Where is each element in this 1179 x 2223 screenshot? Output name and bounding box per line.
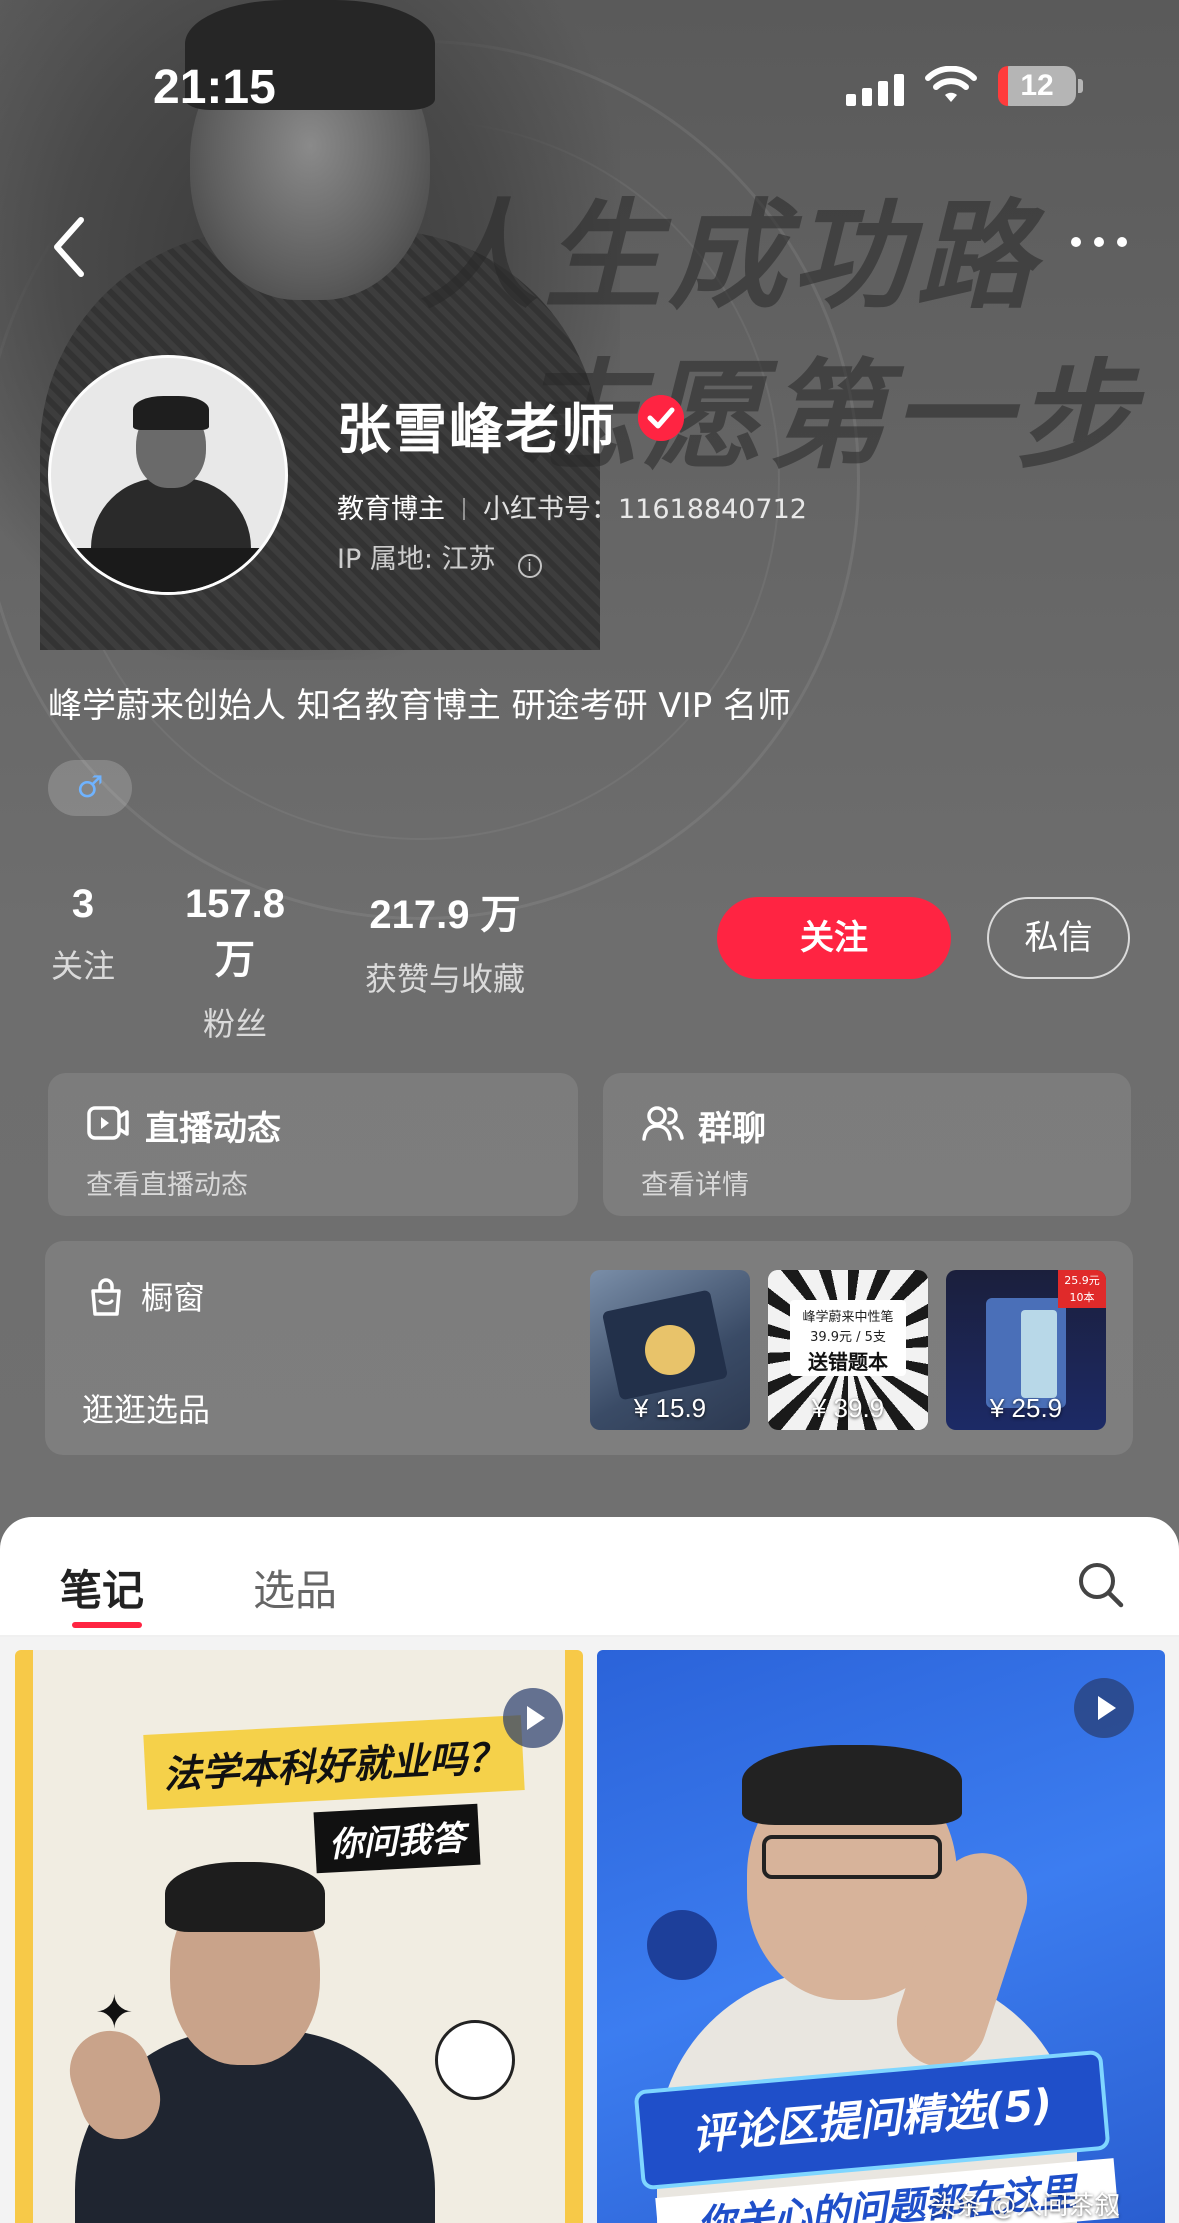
stat-following-value: 3 <box>71 882 95 926</box>
stat-following[interactable]: 3 关注 <box>48 882 118 987</box>
verified-badge-icon <box>638 395 684 441</box>
product-thumbnail[interactable]: ¥ 15.9 <box>590 1270 750 1430</box>
glasses-decoration <box>762 1835 942 1879</box>
banner-slogan-line1: 人生成功路 <box>420 187 1041 325</box>
shop-card-title: 橱窗 <box>141 1279 206 1317</box>
group-chat-icon <box>642 1106 684 1141</box>
more-options-icon[interactable] <box>1064 222 1134 262</box>
product-thumbnail[interactable]: 峰学蔚来中性笔 39.9元 / 5支 送错题本 ¥ 39.9 <box>768 1270 928 1430</box>
gender-badge: ♂ <box>48 760 132 816</box>
product-price: ¥ 15.9 <box>633 1393 707 1423</box>
tab-notes[interactable]: 笔记 <box>60 1557 144 1618</box>
battery-icon: 12 <box>998 66 1076 106</box>
profile-tag: 教育博主 <box>337 494 445 525</box>
tab-active-indicator <box>72 1622 142 1628</box>
meta-divider <box>463 498 465 520</box>
product-caption-line1: 峰学蔚来中性笔 <box>802 1310 894 1325</box>
product-thumbnail[interactable]: 25.9元 10本 ¥ 25.9 <box>946 1270 1106 1430</box>
live-card-subtitle: 查看直播动态 <box>86 1170 248 1201</box>
group-chat-card[interactable]: 群聊 查看详情 <box>603 1073 1131 1216</box>
stat-likes-value: 217.9 万 <box>369 893 521 937</box>
group-card-title: 群聊 <box>698 1109 766 1149</box>
doodle-decoration <box>435 2020 515 2100</box>
watermark: 头条 @人间茶叙 <box>930 2191 1121 2221</box>
stat-fans-value: 157.8 万 <box>184 882 286 982</box>
male-icon: ♂ <box>76 770 104 805</box>
note-card[interactable]: 评论区提问精选(5) 你关心的问题都在这里 <box>597 1650 1165 2223</box>
product-price: ¥ 25.9 <box>989 1393 1063 1423</box>
sparkle-icon: ✦ <box>95 1985 134 2039</box>
note-cover-subtitle: 你问我答 <box>313 1803 481 1874</box>
info-icon[interactable]: i <box>517 554 542 578</box>
profile-meta: 教育博主 小红书号：11618840712 <box>337 487 807 526</box>
profile-bio: 峰学蔚来创始人 知名教育博主 研途考研 VIP 名师 <box>48 686 792 726</box>
profile-ip-location: IP 属地: 江苏 i <box>337 537 542 578</box>
status-bar: 21:15 12 <box>0 0 1179 150</box>
product-badge: 25.9元 10本 <box>1058 1270 1106 1308</box>
product-price: ¥ 39.9 <box>811 1393 885 1423</box>
search-icon[interactable] <box>1075 1559 1127 1611</box>
stat-likes[interactable]: 217.9 万 获赞与收藏 <box>350 882 540 1000</box>
shop-card-subtitle: 逛逛选品 <box>82 1391 211 1429</box>
tab-picks[interactable]: 选品 <box>253 1557 337 1618</box>
stat-fans[interactable]: 157.8 万 粉丝 <box>160 882 310 1045</box>
note-card[interactable]: ✦ 法学本科好就业吗？ 你问我答 <box>15 1650 583 2223</box>
wifi-icon <box>925 66 977 102</box>
stat-likes-label: 获赞与收藏 <box>364 960 525 998</box>
follow-button[interactable]: 关注 <box>717 897 951 979</box>
battery-level: 12 <box>1020 69 1054 102</box>
avatar[interactable] <box>48 355 288 595</box>
profile-xhs-id[interactable]: 小红书号：11618840712 <box>483 494 807 525</box>
stat-fans-label: 粉丝 <box>202 1005 267 1043</box>
stat-following-label: 关注 <box>50 947 115 985</box>
status-time: 21:15 <box>153 61 276 114</box>
message-button[interactable]: 私信 <box>987 897 1130 979</box>
profile-name: 张雪峰老师 <box>337 398 617 461</box>
back-arrow-icon[interactable] <box>45 212 95 282</box>
video-play-icon <box>503 1688 563 1748</box>
live-camera-icon <box>87 1106 129 1140</box>
live-card-title: 直播动态 <box>145 1109 281 1149</box>
shopping-bag-icon <box>91 1278 121 1316</box>
cellular-signal-icon <box>846 74 906 106</box>
planet-decoration <box>647 1910 717 1980</box>
video-play-icon <box>1074 1678 1134 1738</box>
product-caption-line3: 送错题本 <box>808 1350 888 1374</box>
product-caption-line2: 39.9元 / 5支 <box>810 1330 886 1345</box>
ip-location-text: IP 属地: 江苏 <box>337 544 496 575</box>
group-card-subtitle: 查看详情 <box>641 1170 749 1201</box>
live-updates-card[interactable]: 直播动态 查看直播动态 <box>48 1073 578 1216</box>
